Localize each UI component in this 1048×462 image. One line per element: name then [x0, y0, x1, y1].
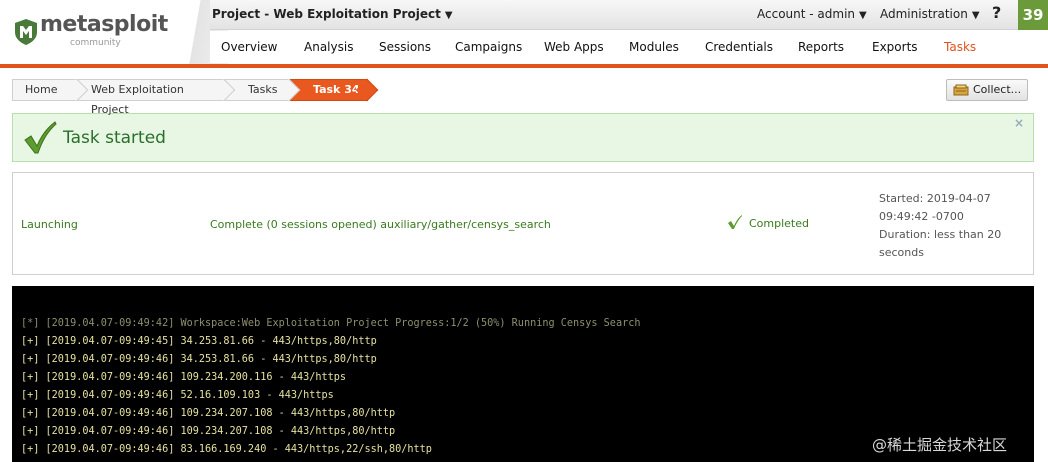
task-description: Complete (0 sessions opened) auxiliary/g…	[210, 218, 551, 231]
shield-logo-icon	[15, 19, 37, 45]
app-header: metasploit® community Project - Web Expl…	[0, 0, 1048, 68]
collect-label: Collect...	[973, 83, 1022, 96]
watermark: @稀土掘金技术社区	[872, 436, 1008, 454]
nav-tasks[interactable]: Tasks	[944, 40, 976, 54]
project-title: Project - Web Exploitation Project	[212, 7, 441, 21]
console-line: [+] [2019.04.07-09:49:46] 52.16.109.103 …	[21, 390, 334, 401]
administration-label: Administration	[880, 7, 968, 21]
nav-exports[interactable]: Exports	[872, 40, 918, 54]
task-duration: Duration: less than 20 seconds	[879, 228, 1002, 259]
account-label: Account - admin	[757, 7, 856, 21]
nav-sessions[interactable]: Sessions	[379, 40, 431, 54]
task-times: Started: 2019-04-07 09:49:42 -0700 Durat…	[879, 190, 1029, 262]
console-line: [+] [2019.04.07-09:49:46] 34.253.81.66 -…	[21, 354, 377, 365]
header-top-bar: Project - Web Exploitation Project ▼ Acco…	[210, 0, 1048, 30]
notice-message: Task started	[63, 128, 166, 148]
main-nav: Overview Analysis Sessions Campaigns Web…	[210, 31, 1048, 63]
nav-overview[interactable]: Overview	[221, 40, 278, 54]
task-phase: Launching	[21, 218, 78, 231]
close-icon[interactable]: ×	[1014, 116, 1024, 130]
task-started-notice: Task started ×	[12, 113, 1034, 162]
collect-icon	[953, 84, 969, 96]
task-summary: Launching Complete (0 sessions opened) a…	[12, 172, 1034, 275]
help-icon[interactable]: ?	[992, 3, 1001, 22]
console-line: [+] [2019.04.07-09:49:46] 109.234.207.10…	[21, 408, 396, 419]
nav-modules[interactable]: Modules	[629, 40, 679, 54]
collect-button[interactable]: Collect...	[946, 79, 1028, 101]
nav-campaigns[interactable]: Campaigns	[455, 40, 522, 54]
checkmark-icon	[728, 215, 742, 229]
breadcrumb-project[interactable]: Web Exploitation Project	[78, 79, 225, 116]
project-selector[interactable]: Project - Web Exploitation Project ▼	[212, 7, 453, 21]
task-started-time: Started: 2019-04-07 09:49:42 -0700	[879, 192, 991, 223]
nav-reports[interactable]: Reports	[798, 40, 844, 54]
breadcrumb-current-task: Task 34	[290, 79, 368, 101]
task-status: Completed	[727, 215, 809, 230]
chevron-down-icon: ▼	[971, 10, 980, 21]
notification-badge[interactable]: 39	[1018, 0, 1048, 30]
task-status-label: Completed	[749, 217, 809, 230]
nav-analysis[interactable]: Analysis	[304, 40, 353, 54]
chevron-down-icon: ▼	[444, 10, 453, 21]
brand-edition: community	[70, 38, 121, 48]
header-accent-rule	[0, 64, 1048, 68]
chevron-down-icon: ▼	[859, 10, 867, 21]
console-line: [+] [2019.04.07-09:49:45] 34.253.81.66 -…	[21, 336, 377, 347]
console-line: [+] [2019.04.07-09:49:46] 109.234.200.11…	[21, 372, 347, 383]
breadcrumb-home[interactable]: Home	[12, 79, 78, 101]
checkmark-icon	[24, 121, 57, 154]
console-line: [*] [2019.04.07-09:49:42] Workspace:Web …	[21, 318, 641, 329]
administration-menu[interactable]: Administration ▼	[880, 7, 980, 21]
nav-web-apps[interactable]: Web Apps	[544, 40, 604, 54]
brand-name: metasploit®	[40, 12, 176, 37]
account-menu[interactable]: Account - admin ▼	[757, 7, 867, 21]
nav-credentials[interactable]: Credentials	[705, 40, 773, 54]
